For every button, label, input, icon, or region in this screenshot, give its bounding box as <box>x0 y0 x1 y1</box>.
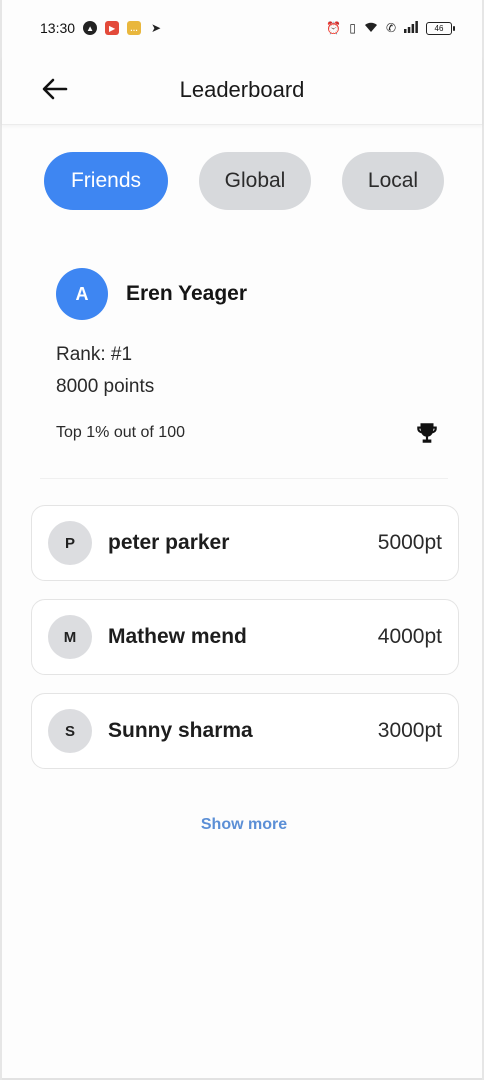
back-arrow-icon <box>42 78 68 100</box>
player-points: 5000pt <box>377 531 442 554</box>
wifi-icon <box>364 21 378 36</box>
app-bar: Leaderboard <box>2 56 482 125</box>
list-item[interactable]: P peter parker 5000pt <box>31 505 459 581</box>
youtube-icon: ▶ <box>105 21 120 35</box>
section-divider <box>40 478 448 479</box>
signal-icon <box>404 20 418 36</box>
my-name: Eren Yeager <box>126 282 248 305</box>
battery-level: 46 <box>434 23 444 33</box>
player-points: 3000pt <box>377 719 442 742</box>
player-points: 4000pt <box>377 625 442 648</box>
percentile-text: Top 1% out of 100 <box>56 424 185 441</box>
chat-icon: … <box>127 21 142 35</box>
list-item[interactable]: S Sunny sharma 3000pt <box>31 693 459 769</box>
percentile-row: Top 1% out of 100 <box>56 420 442 446</box>
trophy-icon <box>417 423 437 443</box>
status-left: 13:30 ▲ ▶ … ➤ <box>40 20 163 36</box>
list-item[interactable]: M Mathew mend 4000pt <box>31 599 459 675</box>
avatar: P <box>48 521 92 565</box>
avatar: S <box>48 709 92 753</box>
back-button[interactable] <box>40 74 70 104</box>
player-name: peter parker <box>108 531 230 554</box>
my-rank-card: A Eren Yeager Rank: #1 8000 points Top 1… <box>56 268 442 446</box>
tab-friends[interactable]: Friends <box>44 152 168 210</box>
status-bar: 13:30 ▲ ▶ … ➤ ⏰ ▯ ✆ 46 <box>2 0 482 56</box>
show-more-link[interactable]: Show more <box>2 816 484 834</box>
my-profile-header: A Eren Yeager <box>56 268 442 320</box>
avatar: A <box>56 268 108 320</box>
avatar: M <box>48 615 92 659</box>
tab-global[interactable]: Global <box>199 152 311 210</box>
my-rank: Rank: #1 <box>56 344 133 365</box>
leaderboard-list: P peter parker 5000pt M Mathew mend 4000… <box>31 505 459 787</box>
status-right: ⏰ ▯ ✆ 46 <box>326 20 455 36</box>
my-points: 8000 points <box>56 376 155 397</box>
page-title: Leaderboard <box>179 77 305 102</box>
alarm-icon: ⏰ <box>326 21 342 35</box>
vibrate-icon: ▯ <box>349 21 356 35</box>
tab-local[interactable]: Local <box>342 152 444 210</box>
call-icon: ✆ <box>385 21 396 35</box>
telegram-icon: ➤ <box>151 21 162 35</box>
player-name: Mathew mend <box>108 625 247 648</box>
battery-icon: 46 <box>426 21 455 35</box>
clock: 13:30 <box>40 20 76 36</box>
maps-icon: ▲ <box>83 21 98 35</box>
leaderboard-tabs: Friends Global Local <box>44 152 444 210</box>
player-name: Sunny sharma <box>108 719 253 742</box>
leaderboard-screen: 13:30 ▲ ▶ … ➤ ⏰ ▯ ✆ 46 Leaderboard Frien… <box>0 0 484 1080</box>
